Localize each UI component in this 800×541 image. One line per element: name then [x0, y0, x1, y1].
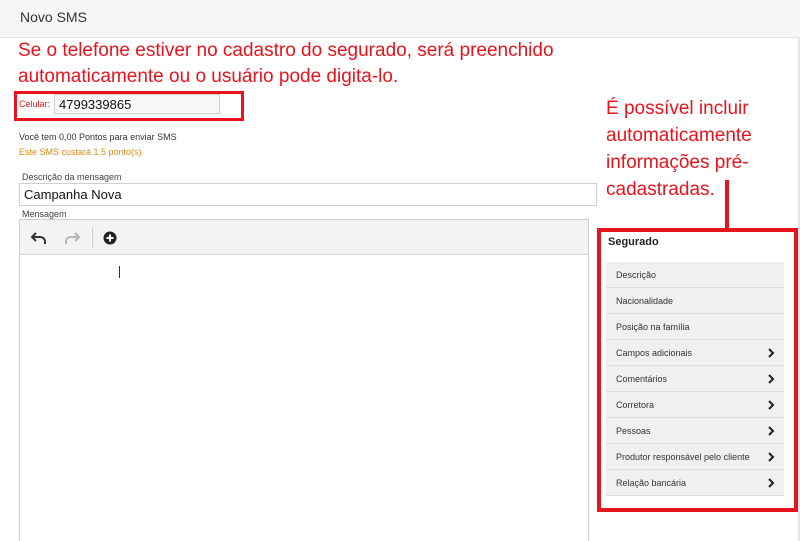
phone-input[interactable] [54, 94, 220, 114]
window-title: Novo SMS [20, 9, 87, 25]
phone-label: Celular: [19, 99, 51, 109]
field-item-corretora[interactable]: Corretora [606, 392, 784, 418]
chevron-right-icon [768, 400, 775, 410]
message-label: Mensagem [22, 209, 67, 219]
field-item-label: Produtor responsável pelo cliente [616, 452, 750, 462]
sms-cost-text: Este SMS custará 1.5 ponto(s) [19, 147, 142, 157]
plus-circle-icon [103, 231, 117, 245]
sidebar-title: Segurado [608, 236, 659, 248]
message-editor[interactable] [19, 219, 589, 541]
field-item-produtor-responsavel[interactable]: Produtor responsável pelo cliente [606, 444, 784, 470]
sms-window: Novo SMS Se o telefone estiver no cadast… [0, 0, 800, 541]
redo-button[interactable] [62, 228, 82, 248]
description-input[interactable] [19, 183, 597, 206]
field-item-campos-adicionais[interactable]: Campos adicionais [606, 340, 784, 366]
undo-icon [31, 232, 46, 244]
chevron-right-icon [768, 374, 775, 384]
chevron-right-icon [768, 452, 775, 462]
field-item-label: Campos adicionais [616, 348, 693, 358]
field-item-posicao-familia[interactable]: Posição na família [606, 314, 784, 340]
field-item-label: Posição na família [616, 322, 690, 332]
annotation-sidebar-note: É possível incluir automaticamente infor… [606, 98, 752, 200]
editor-toolbar [20, 220, 588, 255]
field-item-nacionalidade[interactable]: Nacionalidade [606, 288, 784, 314]
field-item-relacao-bancaria[interactable]: Relação bancária [606, 470, 784, 496]
field-item-label: Nacionalidade [616, 296, 674, 306]
titlebar: Novo SMS [0, 0, 800, 38]
chevron-right-icon [768, 348, 775, 358]
points-balance-text: Você tem 0,00 Pontos para enviar SMS [19, 132, 177, 142]
annotation-connector [725, 180, 729, 230]
field-item-label: Pessoas [616, 426, 651, 436]
field-item-descricao[interactable]: Descrição [606, 262, 784, 288]
field-item-pessoas[interactable]: Pessoas [606, 418, 784, 444]
redo-icon [65, 232, 80, 244]
field-item-label: Relação bancária [616, 478, 687, 488]
field-item-label: Descrição [616, 270, 657, 280]
field-item-comentarios[interactable]: Comentários [606, 366, 784, 392]
chevron-right-icon [768, 426, 775, 436]
sidebar-field-list: Descrição Nacionalidade Posição na famíl… [606, 262, 784, 496]
field-item-label: Comentários [616, 374, 668, 384]
annotation-phone-note: Se o telefone estiver no cadastro do seg… [18, 40, 554, 87]
chevron-right-icon [768, 478, 775, 488]
insert-button[interactable] [100, 228, 120, 248]
field-item-label: Corretora [616, 400, 655, 410]
description-label: Descrição da mensagem [22, 172, 122, 182]
toolbar-separator [92, 227, 93, 249]
text-caret [119, 266, 120, 278]
undo-button[interactable] [29, 228, 49, 248]
